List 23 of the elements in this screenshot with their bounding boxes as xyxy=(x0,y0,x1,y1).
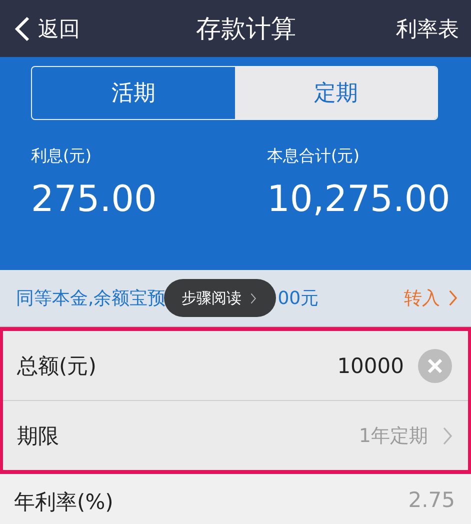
chevron-icon xyxy=(250,292,256,304)
result-label: 本息合计(元) xyxy=(267,146,360,167)
rate-value: 2.75 xyxy=(408,488,455,512)
result-value: 275.00 xyxy=(31,179,158,220)
promo-text: 同等本金,余额宝预 xyxy=(16,287,166,310)
clear-button[interactable] xyxy=(418,348,452,382)
chevron-icon xyxy=(442,426,452,444)
field-label: 年利率(%) xyxy=(14,489,114,516)
page-title: 存款计算 xyxy=(195,13,297,45)
tab[interactable]: 活期 xyxy=(32,67,234,119)
tab[interactable]: 定期 xyxy=(234,67,437,119)
rate-table-button[interactable]: 利率表 xyxy=(396,14,459,42)
result-value: 10,275.00 xyxy=(267,179,452,220)
amount-field[interactable]: 10000 xyxy=(284,354,404,378)
field-label: 总额(元) xyxy=(17,352,98,380)
chevron-icon xyxy=(448,290,457,306)
result-label: 利息(元) xyxy=(31,146,92,167)
close-icon xyxy=(427,358,443,374)
promo-text: 00元 xyxy=(278,287,319,310)
field-label: 期限 xyxy=(17,422,60,450)
back-button[interactable]: 返回 xyxy=(14,14,80,42)
step-reading-button[interactable]: 步骤阅读 xyxy=(164,279,276,317)
back-icon xyxy=(14,16,30,42)
